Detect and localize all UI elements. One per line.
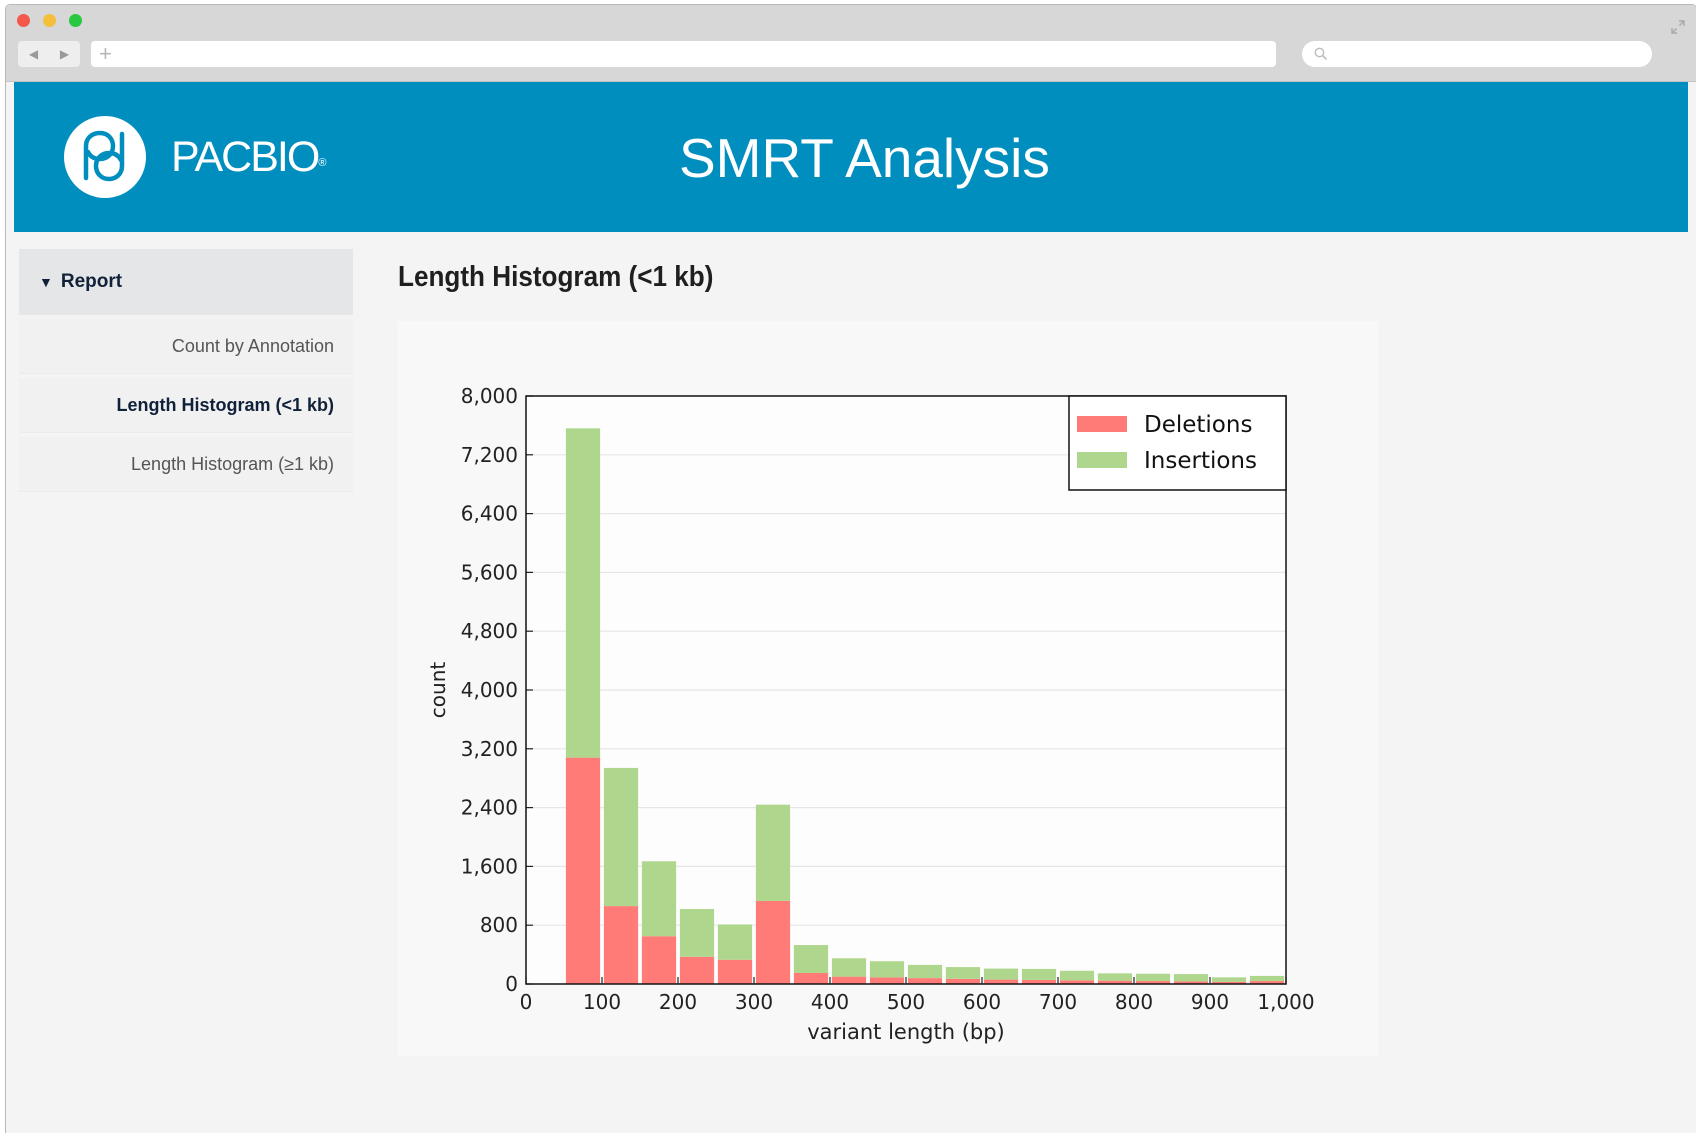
bar-insertions [1097,973,1133,981]
sidebar-section-label: Report [60,271,123,292]
y-tick-label: 0 [505,972,518,996]
x-tick-label: 900 [1191,990,1229,1014]
expand-icon[interactable] [1670,19,1686,35]
bar-insertions [1059,970,1095,981]
search-field[interactable] [1302,41,1652,67]
bar-insertions [1211,977,1247,982]
bar-insertions [1249,975,1285,982]
x-tick-label: 700 [1039,990,1077,1014]
bar-insertions [1021,968,1057,980]
bar-deletions [831,976,867,984]
app-title: SMRT Analysis [679,127,1050,189]
bar-deletions [869,977,905,984]
bar-insertions [831,958,867,977]
bar-insertions [565,428,601,758]
bar-insertions [603,767,639,907]
bar-insertions [679,909,715,957]
y-tick-label: 3,200 [461,737,518,761]
y-tick-label: 8,000 [461,384,518,408]
bar-deletions [945,978,981,984]
bar-deletions [793,972,829,984]
report-sidebar: ▼ Report Count by Annotation Length Hist… [19,249,353,492]
y-tick-label: 800 [480,913,518,937]
sidebar-item-length-histogram-ge1kb[interactable]: Length Histogram (≥1 kb) [19,437,353,492]
zoom-dot[interactable] [69,14,82,27]
y-tick-label: 7,200 [461,443,518,467]
bar-insertions [717,924,753,960]
bar-deletions [755,900,791,984]
bar-deletions [565,757,601,984]
x-tick-label: 200 [659,990,697,1014]
chart-panel: 0 800 1,600 2,400 3,200 4,000 4,800 5,600 6,400 7… [398,321,1378,1056]
x-axis-label: variant length (bp) [807,1020,1005,1044]
bar-insertions [755,804,791,901]
bar-deletions [603,906,639,984]
y-tick-label: 5,600 [461,560,518,584]
y-tick-label: 2,400 [461,796,518,820]
x-tick-label: 600 [963,990,1001,1014]
sidebar-section-report[interactable]: ▼ Report [19,249,353,315]
browser-toolbar: ◀ ▶ + [6,5,1696,82]
browser-window: ◀ ▶ + PACBIO® SMRT Analysis ▼ Report Cou… [5,4,1696,1133]
y-tick-label: 6,400 [461,502,518,526]
address-bar[interactable]: + [91,41,1276,67]
nav-buttons: ◀ ▶ [18,41,80,67]
bar-insertions [869,961,905,978]
minimize-dot[interactable] [43,14,56,27]
app-header: PACBIO® SMRT Analysis [14,82,1688,232]
bar-insertions [793,945,829,973]
search-icon [1314,47,1328,61]
legend-box [1068,395,1287,491]
bar-deletions [907,978,943,984]
collapse-triangle-icon: ▼ [39,274,53,290]
brand-name: PACBIO® [171,132,326,182]
bar-deletions [679,956,715,984]
x-tick-label: 1,000 [1257,990,1314,1014]
sidebar-item-count-by-annotation[interactable]: Count by Annotation [19,319,353,374]
x-tick-label: 300 [735,990,773,1014]
back-button[interactable]: ◀ [18,41,49,67]
sidebar-item-length-histogram-lt1kb[interactable]: Length Histogram (<1 kb) [19,378,353,433]
forward-button[interactable]: ▶ [49,41,80,67]
bar-insertions [1135,973,1171,982]
pacbio-logo-icon[interactable] [64,116,146,198]
page-title: Length Histogram (<1 kb) [398,261,714,293]
brand-text: PACBIO [171,133,320,181]
y-tick-label: 4,800 [461,619,518,643]
length-histogram-chart: 0 800 1,600 2,400 3,200 4,000 4,800 5,600 6,400 7… [426,384,1315,1044]
x-tick-label: 100 [583,990,621,1014]
legend-label: Insertions [1144,448,1257,474]
bar-insertions [1173,974,1209,982]
legend-label: Deletions [1144,412,1252,438]
bar-insertions [907,964,943,979]
y-axis-label: count [426,662,450,719]
bar-deletions [717,959,753,984]
registered-mark: ® [318,157,327,169]
y-tick-label: 4,000 [461,678,518,702]
bar-insertions [983,968,1019,980]
new-tab-button[interactable]: + [99,42,112,66]
bar-insertions [641,861,677,937]
legend-swatch [1077,416,1127,432]
legend-swatch [1077,452,1127,468]
close-dot[interactable] [17,14,30,27]
bar-deletions [641,936,677,984]
x-tick-label: 800 [1115,990,1153,1014]
bar-insertions [945,967,981,979]
y-tick-label: 1,600 [461,854,518,878]
x-tick-label: 0 [520,990,533,1014]
x-tick-label: 400 [811,990,849,1014]
x-tick-label: 500 [887,990,925,1014]
